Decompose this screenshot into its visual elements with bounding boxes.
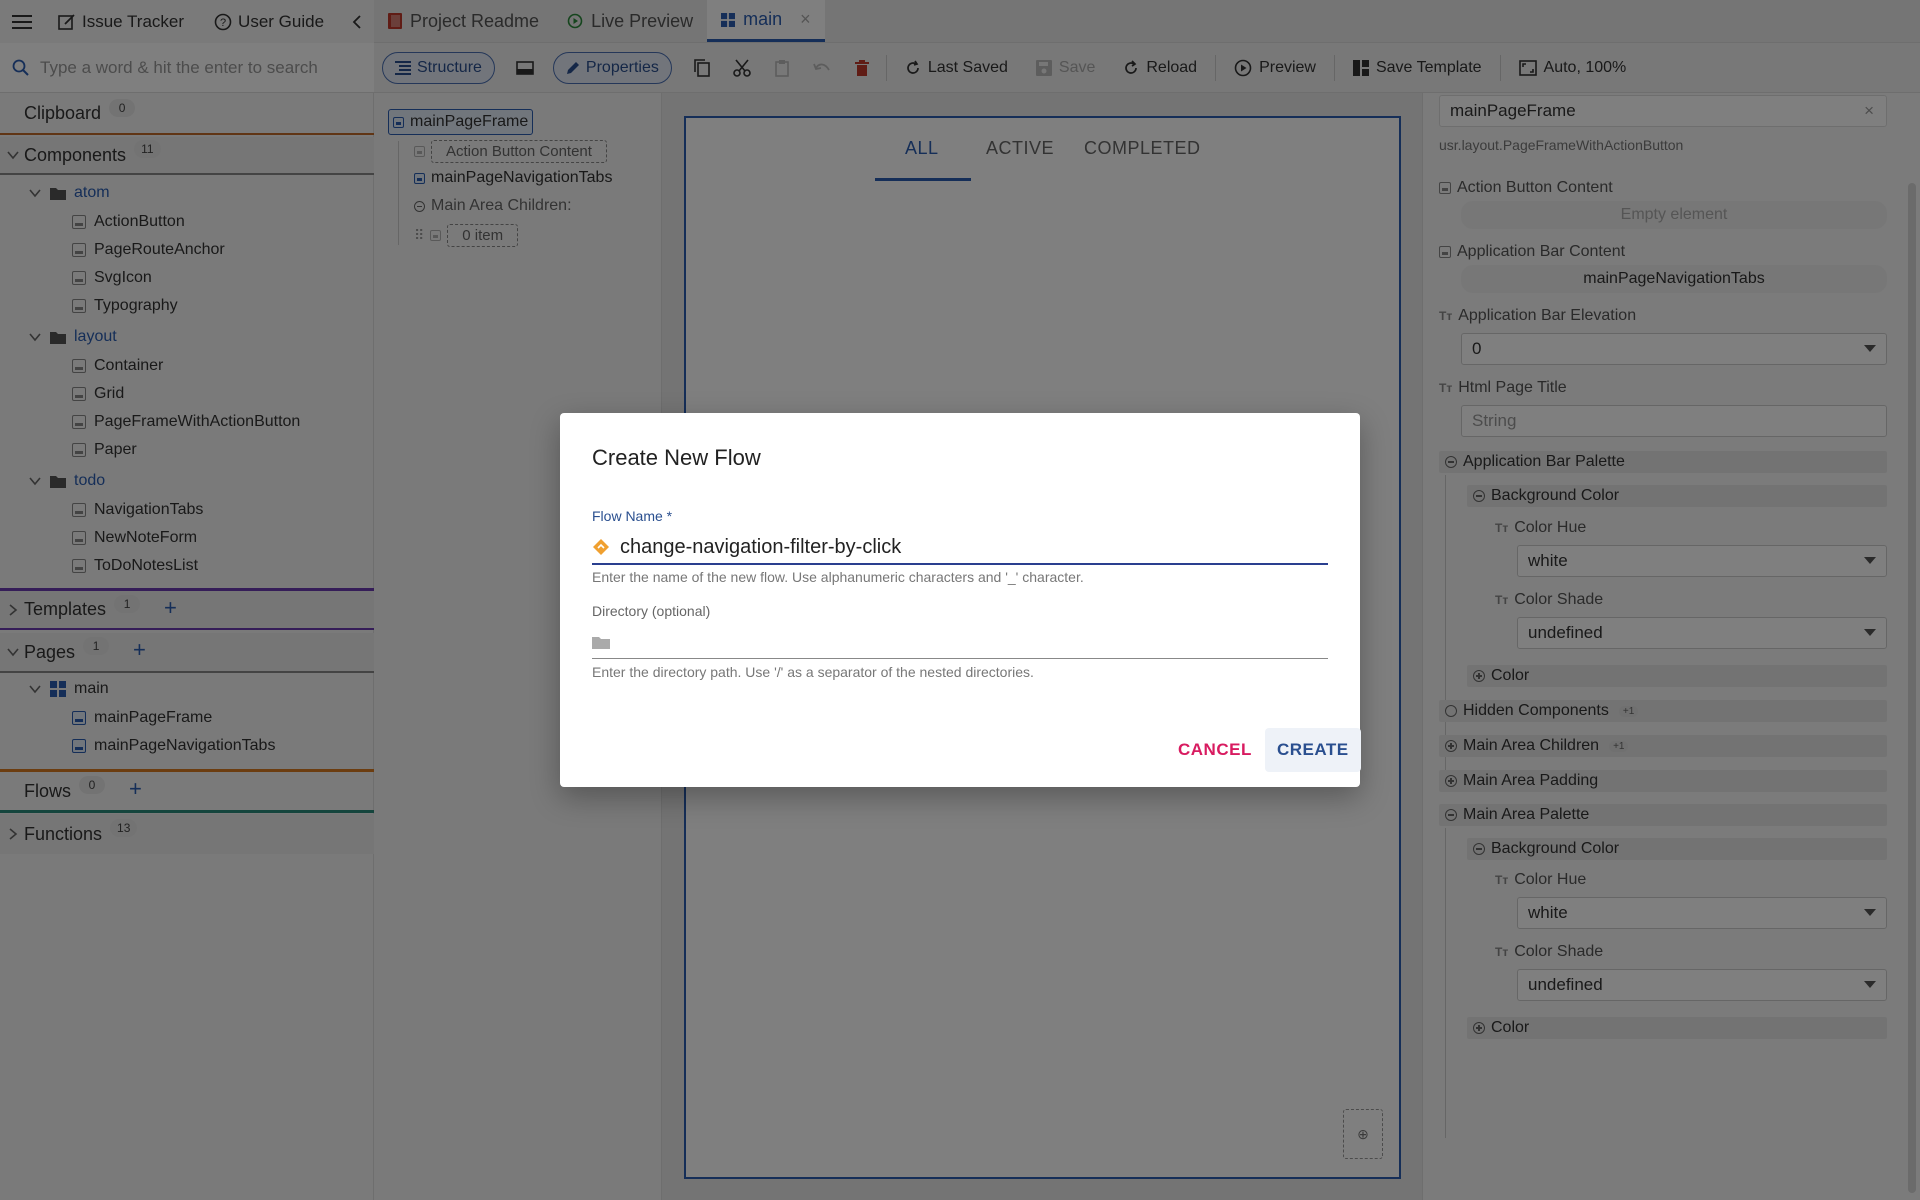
create-button[interactable]: CREATE: [1265, 728, 1361, 772]
dialog-title: Create New Flow: [592, 445, 761, 470]
flow-name-help-text: Enter the name of the new flow. Use alph…: [592, 569, 1084, 585]
directory-help-text: Enter the directory path. Use '/' as a s…: [592, 664, 1034, 680]
create-flow-dialog: Create New Flow Flow Name * Enter the na…: [560, 413, 1361, 787]
flow-name-input[interactable]: [620, 535, 1320, 559]
directory-field: [592, 625, 1328, 659]
flow-diamond-icon: [593, 539, 609, 555]
flow-name-field: [592, 531, 1328, 565]
directory-label: Directory (optional): [592, 603, 711, 619]
directory-input[interactable]: [620, 630, 1320, 653]
folder-icon: [592, 636, 610, 649]
flow-name-label: Flow Name *: [592, 508, 673, 524]
cancel-button[interactable]: CANCEL: [1168, 728, 1262, 772]
